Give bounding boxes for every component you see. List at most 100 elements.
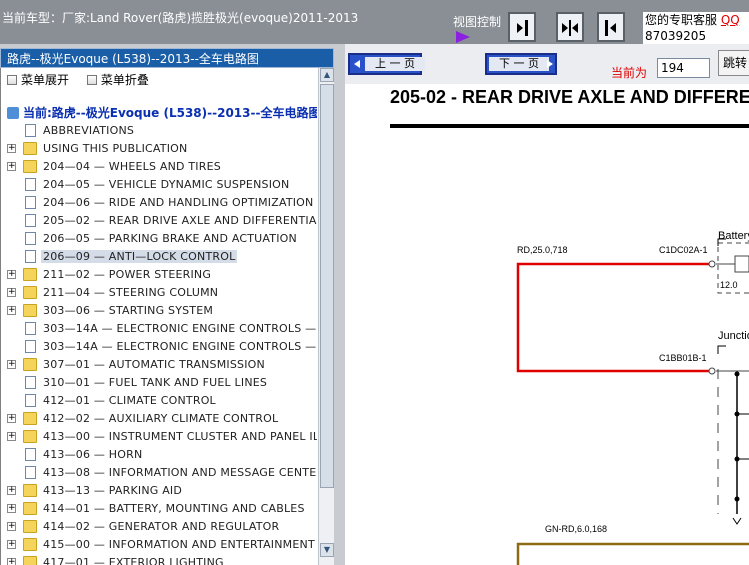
- top-bar: 当前车型：厂家:Land Rover(路虎)揽胜极光(evoque)2011-2…: [0, 0, 749, 44]
- tree-node-label: 310—01 — FUEL TANK AND FUEL LINES: [43, 376, 268, 389]
- tree-node[interactable]: +307—01 — AUTOMATIC TRANSMISSION: [1, 356, 317, 374]
- panel-left-icon: [605, 20, 616, 36]
- junction-bracket: [717, 345, 726, 354]
- page-icon: [25, 124, 36, 137]
- left-panel-header: 路虎--极光Evoque (L538)--2013--全车电路图: [0, 48, 334, 68]
- tree-node[interactable]: + USING THIS PUBLICATION: [1, 140, 317, 158]
- tree-node[interactable]: 205—02 — REAR DRIVE AXLE AND DIFFERENTIA…: [1, 212, 317, 230]
- tree-node[interactable]: 310—01 — FUEL TANK AND FUEL LINES: [1, 374, 317, 392]
- scroll-thumb[interactable]: [320, 84, 334, 488]
- scroll-down-arrow-icon[interactable]: ▼: [320, 543, 334, 557]
- folder-icon: [23, 538, 37, 551]
- tree-node-label: 303—06 — STARTING SYSTEM: [43, 304, 214, 317]
- tree-node-label: 303—14A — ELECTRONIC ENGINE CONTROLS — 2…: [43, 340, 317, 353]
- tree-node[interactable]: +413—13 — PARKING AID: [1, 482, 317, 500]
- tree-node[interactable]: +417—01 — EXTERIOR LIGHTING: [1, 554, 317, 565]
- chapter-tree: 当前:路虎--极光Evoque (L538)--2013--全车电路图 ABBR…: [1, 102, 317, 565]
- connector-c1dc02a-pin: [708, 260, 716, 268]
- left-panel: 菜单展开 菜单折叠 当前:路虎--极光Evoque (L538)--2013--…: [0, 68, 334, 565]
- expand-toggle-icon[interactable]: +: [7, 288, 16, 297]
- tree-node-label: 204—05 — VEHICLE DYNAMIC SUSPENSION: [43, 178, 290, 191]
- tree-root[interactable]: 当前:路虎--极光Evoque (L538)--2013--全车电路图: [7, 104, 317, 121]
- scroll-up-arrow-icon[interactable]: ▲: [320, 68, 334, 82]
- menu-expand-link[interactable]: 菜单展开: [21, 73, 69, 87]
- page-icon: [25, 250, 36, 263]
- current-page-label: 当前为: [611, 66, 648, 80]
- battery-label: Battery: [718, 230, 749, 242]
- expand-toggle-icon[interactable]: +: [7, 540, 16, 549]
- book-icon: [7, 107, 19, 119]
- tree-node[interactable]: +413—00 — INSTRUMENT CLUSTER AND PANEL I…: [1, 428, 317, 446]
- tree-node[interactable]: ABBREVIATIONS: [1, 122, 317, 140]
- page-icon: [25, 322, 36, 335]
- connector-label-c1dc02a: C1DC02A-1: [659, 245, 708, 255]
- connector-c1bb01b-pin: [708, 367, 716, 375]
- tree-node[interactable]: 204—05 — VEHICLE DYNAMIC SUSPENSION: [1, 176, 317, 194]
- wire-label-red: RD,25.0,718: [517, 245, 568, 255]
- tree-node[interactable]: 413—06 — HORN: [1, 446, 317, 464]
- tree-node[interactable]: +211—04 — STEERING COLUMN: [1, 284, 317, 302]
- page-icon: [25, 232, 36, 245]
- tree-node-label: 204—06 — RIDE AND HANDLING OPTIMIZATION: [43, 196, 314, 209]
- tree-node-label: 414—02 — GENERATOR AND REGULATOR: [43, 520, 280, 533]
- menu-collapse-link[interactable]: 菜单折叠: [101, 73, 149, 87]
- battery-terminal: [734, 255, 749, 273]
- tree-node[interactable]: 303—14A — ELECTRONIC ENGINE CONTROLS — 2…: [1, 338, 317, 356]
- wiring-diagram-view[interactable]: 205-02 - REAR DRIVE AXLE AND DIFFERENTIA…: [345, 84, 749, 565]
- expand-toggle-icon[interactable]: +: [7, 162, 16, 171]
- menu-controls: 菜单展开 菜单折叠: [7, 71, 163, 88]
- prev-page-label: 上 一 页: [365, 57, 425, 71]
- tree-node[interactable]: +211—02 — POWER STEERING: [1, 266, 317, 284]
- expand-toggle-icon[interactable]: +: [7, 270, 16, 279]
- tree-node[interactable]: 413—08 — INFORMATION AND MESSAGE CENTER: [1, 464, 317, 482]
- expand-icon: [7, 75, 17, 85]
- tree-node[interactable]: +414—02 — GENERATOR AND REGULATOR: [1, 518, 317, 536]
- tree-node[interactable]: +204—04 — WHEELS AND TIRES: [1, 158, 317, 176]
- expand-toggle-icon[interactable]: +: [7, 360, 16, 369]
- folder-icon: [23, 358, 37, 371]
- page-number-input[interactable]: [657, 58, 710, 78]
- page-icon: [25, 376, 36, 389]
- folder-icon: [23, 502, 37, 515]
- expand-toggle-icon[interactable]: +: [7, 558, 16, 565]
- tree-node-label: 211—04 — STEERING COLUMN: [43, 286, 219, 299]
- tree-node[interactable]: 412—01 — CLIMATE CONTROL: [1, 392, 317, 410]
- prev-page-button[interactable]: 上 一 页: [348, 53, 425, 75]
- tree-node[interactable]: +303—06 — STARTING SYSTEM: [1, 302, 317, 320]
- tree-node[interactable]: 206—09 — ANTI—LOCK CONTROL: [1, 248, 317, 266]
- support-box: 您的专职客服 QQ 87039205: [643, 12, 749, 44]
- folder-icon: [23, 304, 37, 317]
- folder-icon: [23, 412, 37, 425]
- panel-splitter[interactable]: [334, 44, 345, 565]
- tree-node[interactable]: 206—05 — PARKING BRAKE AND ACTUATION: [1, 230, 317, 248]
- expand-toggle-icon[interactable]: +: [7, 414, 16, 423]
- tree-node[interactable]: 204—06 — RIDE AND HANDLING OPTIMIZATION: [1, 194, 317, 212]
- split-icon: [562, 20, 578, 36]
- tree-scrollbar[interactable]: ▲ ▼: [318, 68, 334, 565]
- tree-node-label: 206—09 — ANTI—LOCK CONTROL: [41, 250, 238, 263]
- expand-toggle-icon[interactable]: +: [7, 144, 16, 153]
- tree-node[interactable]: +412—02 — AUXILIARY CLIMATE CONTROL: [1, 410, 317, 428]
- page-icon: [25, 340, 36, 353]
- expand-toggle-icon[interactable]: +: [7, 504, 16, 513]
- expand-toggle-icon[interactable]: +: [7, 486, 16, 495]
- hide-left-panel-button[interactable]: [597, 12, 625, 42]
- prev-arrow-icon: [354, 60, 360, 68]
- folder-icon: [23, 556, 37, 565]
- support-qq-link[interactable]: QQ: [721, 13, 740, 27]
- expand-toggle-icon[interactable]: +: [7, 306, 16, 315]
- expand-toggle-icon[interactable]: +: [7, 432, 16, 441]
- jump-button[interactable]: 跳转: [718, 50, 749, 76]
- junction-label: Junction: [718, 330, 749, 342]
- expand-toggle-icon[interactable]: +: [7, 522, 16, 531]
- diagram-canvas: [516, 238, 749, 565]
- tree-node[interactable]: 303—14A — ELECTRONIC ENGINE CONTROLS — 2…: [1, 320, 317, 338]
- show-left-panel-button[interactable]: [508, 12, 536, 42]
- tree-node[interactable]: +415—00 — INFORMATION AND ENTERTAINMENT: [1, 536, 317, 554]
- next-page-button[interactable]: 下 一 页: [485, 53, 557, 75]
- split-view-button[interactable]: [556, 12, 584, 42]
- folder-icon: [23, 520, 37, 533]
- tree-node[interactable]: +414—01 — BATTERY, MOUNTING AND CABLES: [1, 500, 317, 518]
- next-arrow-icon: [547, 60, 553, 68]
- page-icon: [25, 394, 36, 407]
